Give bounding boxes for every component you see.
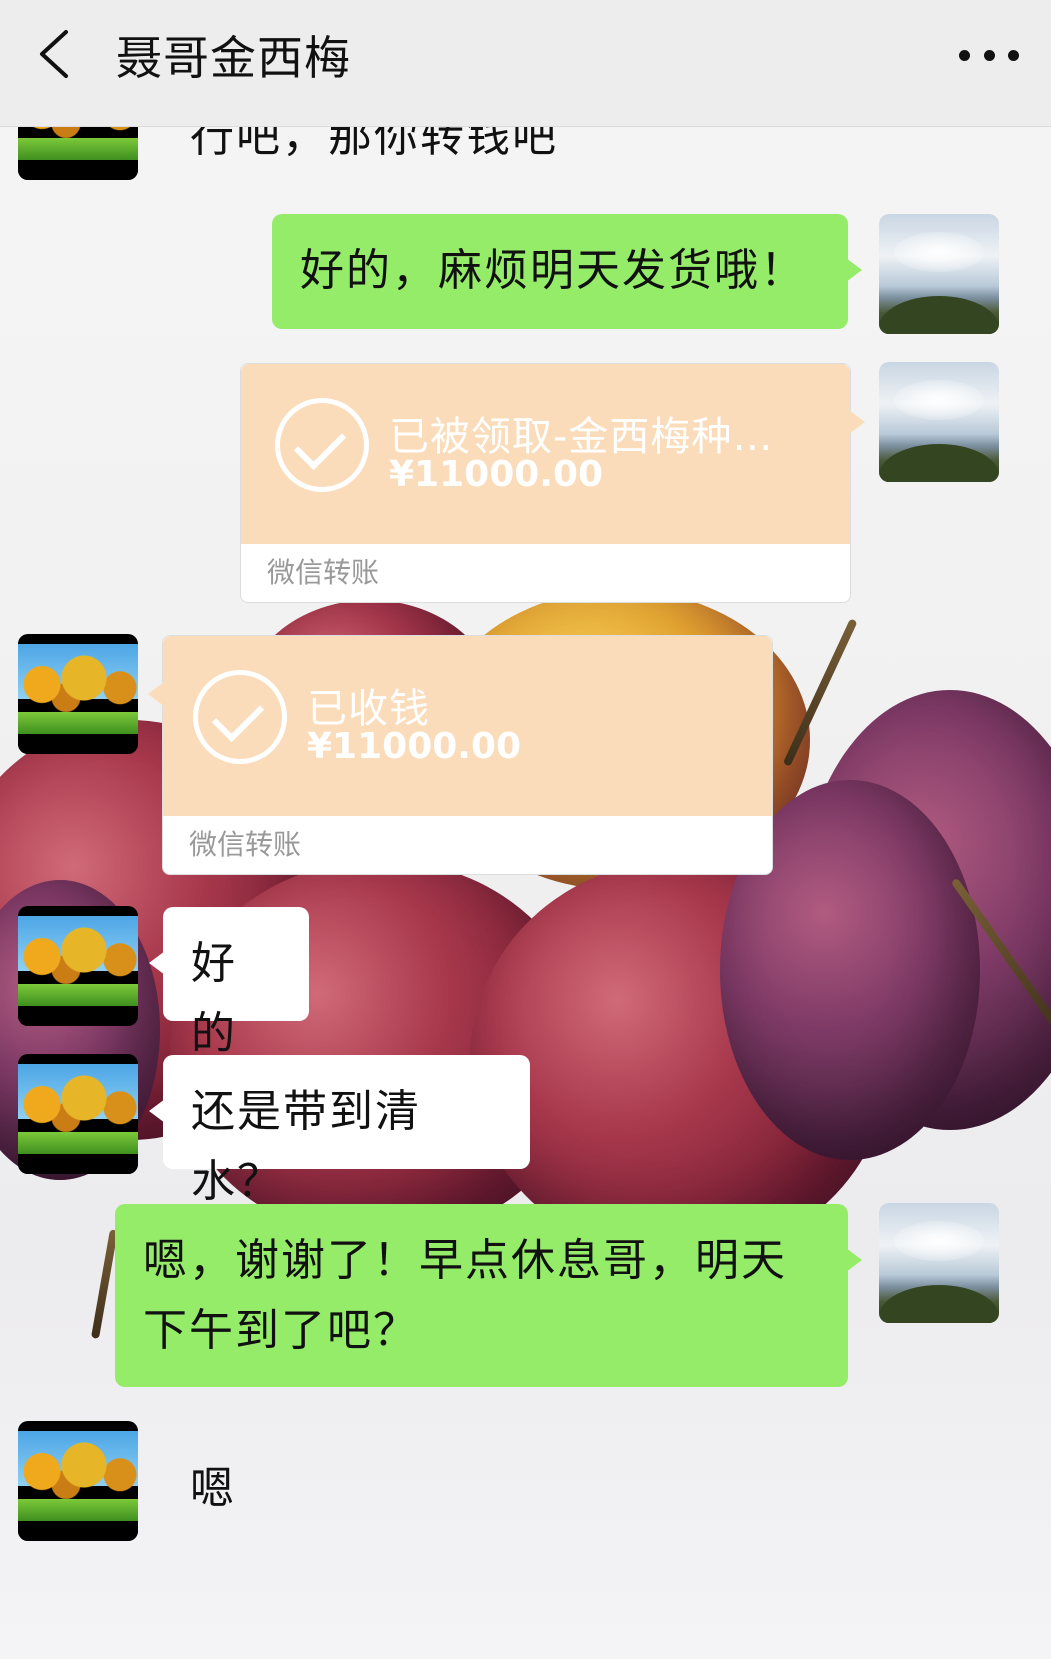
message-text: 好的	[191, 938, 237, 1059]
chevron-left-icon[interactable]	[34, 24, 84, 84]
message-bubble-me[interactable]: 好的，麻烦明天发货哦！	[272, 214, 862, 329]
message-bubble-me[interactable]: 嗯，谢谢了！早点休息哥，明天下午到了吧？	[115, 1204, 862, 1387]
my-avatar[interactable]	[879, 214, 999, 334]
more-dots-icon[interactable]	[959, 44, 1019, 66]
check-circle-icon	[275, 398, 369, 492]
transfer-amount: ¥11000.00	[389, 454, 604, 495]
message-text: 好的，麻烦明天发货哦！	[300, 245, 806, 296]
contact-avatar[interactable]	[18, 634, 138, 754]
transfer-label: 微信转账	[241, 544, 850, 602]
transfer-amount: ¥11000.00	[307, 726, 522, 767]
message-text: 嗯	[190, 1463, 236, 1514]
transfer-card[interactable]: 已收钱 ¥11000.00 微信转账	[148, 635, 773, 875]
my-avatar[interactable]	[879, 362, 999, 482]
transfer-label: 微信转账	[163, 816, 772, 874]
contact-avatar[interactable]	[18, 1054, 138, 1174]
message-bubble-contact[interactable]: 好的	[149, 907, 309, 1059]
chat-header: 聂哥金西梅	[0, 0, 1051, 127]
transfer-card[interactable]: 已被领取-金西梅种… ¥11000.00 微信转账	[240, 363, 865, 603]
check-circle-icon	[193, 670, 287, 764]
my-avatar[interactable]	[879, 1203, 999, 1323]
contact-avatar[interactable]	[18, 906, 138, 1026]
chat-title: 聂哥金西梅	[116, 31, 351, 85]
message-text: 嗯，谢谢了！早点休息哥，明天下午到了吧？	[143, 1235, 787, 1356]
contact-avatar[interactable]	[18, 1421, 138, 1541]
message-bubble-contact[interactable]: 还是带到清水？	[149, 1055, 530, 1207]
